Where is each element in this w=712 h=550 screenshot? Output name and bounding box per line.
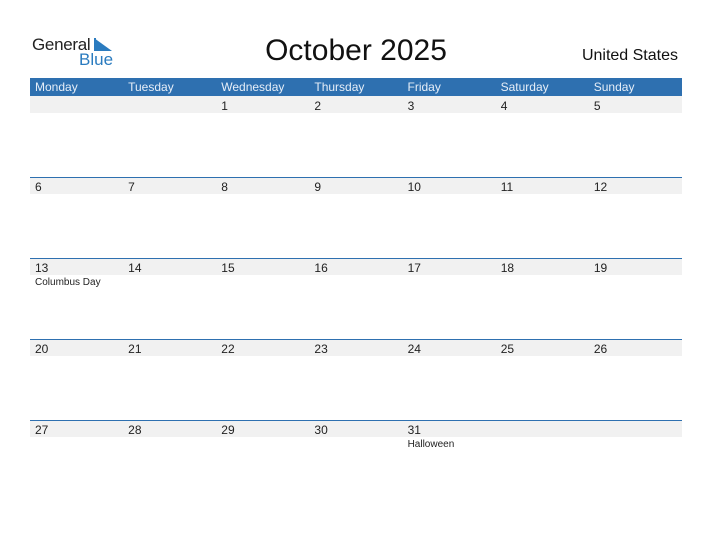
weekday-monday: Monday bbox=[35, 80, 78, 94]
day-cell: 27 bbox=[30, 420, 123, 501]
day-cell bbox=[123, 96, 216, 177]
day-cell: 28 bbox=[123, 420, 216, 501]
day-number: 9 bbox=[314, 180, 322, 194]
day-cell: 24 bbox=[403, 339, 496, 420]
day-cell: 5 bbox=[589, 96, 682, 177]
day-cell: 7 bbox=[123, 177, 216, 258]
day-cell: 1 bbox=[216, 96, 309, 177]
day-cell bbox=[30, 96, 123, 177]
day-cell: 16 bbox=[309, 258, 402, 339]
day-cell: 18 bbox=[496, 258, 589, 339]
day-cell: 10 bbox=[403, 177, 496, 258]
country-label: United States bbox=[581, 47, 678, 64]
day-number: 29 bbox=[221, 423, 235, 437]
day-number: 30 bbox=[314, 423, 328, 437]
day-cell: 21 bbox=[123, 339, 216, 420]
day-cell bbox=[496, 420, 589, 501]
day-cell: 25 bbox=[496, 339, 589, 420]
day-cell: 15 bbox=[216, 258, 309, 339]
day-number: 5 bbox=[593, 99, 601, 113]
day-number: 7 bbox=[128, 180, 135, 194]
day-cell: 14 bbox=[123, 258, 216, 339]
day-cell: 11 bbox=[496, 177, 589, 258]
day-number: 15 bbox=[221, 261, 235, 275]
day-number: 31 bbox=[407, 423, 421, 437]
day-number: 27 bbox=[35, 423, 49, 437]
day-cell: 13 Columbus Day bbox=[30, 258, 123, 339]
day-cell: 19 bbox=[589, 258, 682, 339]
day-number: 14 bbox=[128, 261, 142, 275]
weekday-wednesday: Wednesday bbox=[221, 80, 285, 94]
day-number: 11 bbox=[500, 180, 514, 194]
day-cell: 29 bbox=[216, 420, 309, 501]
week-row: 1 2 3 4 5 bbox=[30, 96, 682, 177]
week-row: 13 Columbus Day 14 15 16 17 18 19 bbox=[30, 258, 682, 339]
day-cell bbox=[589, 420, 682, 501]
day-number: 8 bbox=[221, 180, 228, 194]
day-cell: 17 bbox=[403, 258, 496, 339]
day-cell: 3 bbox=[403, 96, 496, 177]
day-cell: 6 bbox=[30, 177, 123, 258]
day-cell: 4 bbox=[496, 96, 589, 177]
day-cell: 8 bbox=[216, 177, 309, 258]
day-cell: 12 bbox=[589, 177, 682, 258]
day-number: 10 bbox=[407, 180, 421, 194]
holiday-label: Columbus Day bbox=[35, 277, 101, 288]
weekday-saturday: Saturday bbox=[500, 80, 549, 94]
day-cell: 20 bbox=[30, 339, 123, 420]
day-cell: 31 Halloween bbox=[403, 420, 496, 501]
day-cell: 2 bbox=[309, 96, 402, 177]
day-number: 22 bbox=[221, 342, 235, 356]
weekday-header: Monday Tuesday Wednesday Thursday Friday… bbox=[30, 78, 682, 96]
day-cell: 9 bbox=[309, 177, 402, 258]
day-number: 23 bbox=[314, 342, 328, 356]
day-number: 2 bbox=[314, 99, 322, 113]
day-cell: 30 bbox=[309, 420, 402, 501]
week-row: 27 28 29 30 31 Halloween bbox=[30, 420, 682, 501]
day-cell: 23 bbox=[309, 339, 402, 420]
day-number: 3 bbox=[407, 99, 415, 113]
day-number: 6 bbox=[35, 180, 42, 194]
day-number: 21 bbox=[128, 342, 142, 356]
day-number: 28 bbox=[128, 423, 142, 437]
day-number: 13 bbox=[35, 261, 49, 275]
weekday-friday: Friday bbox=[407, 80, 441, 94]
day-number: 17 bbox=[407, 261, 421, 275]
day-number: 18 bbox=[500, 261, 515, 275]
weekday-tuesday: Tuesday bbox=[128, 80, 174, 94]
day-number: 12 bbox=[593, 180, 608, 194]
day-number: 19 bbox=[593, 261, 608, 275]
weekday-thursday: Thursday bbox=[314, 80, 365, 94]
holiday-label: Halloween bbox=[407, 439, 455, 450]
week-row: 20 21 22 23 24 25 26 bbox=[30, 339, 682, 420]
day-number: 26 bbox=[593, 342, 608, 356]
day-number: 4 bbox=[500, 99, 508, 113]
day-number: 16 bbox=[314, 261, 328, 275]
day-number: 25 bbox=[500, 342, 515, 356]
week-row: 6 7 8 9 10 11 12 bbox=[30, 177, 682, 258]
day-number: 20 bbox=[35, 342, 49, 356]
day-number: 1 bbox=[221, 99, 228, 113]
weekday-sunday: Sunday bbox=[593, 80, 635, 94]
day-cell: 26 bbox=[589, 339, 682, 420]
day-number: 24 bbox=[407, 342, 421, 356]
day-cell: 22 bbox=[216, 339, 309, 420]
